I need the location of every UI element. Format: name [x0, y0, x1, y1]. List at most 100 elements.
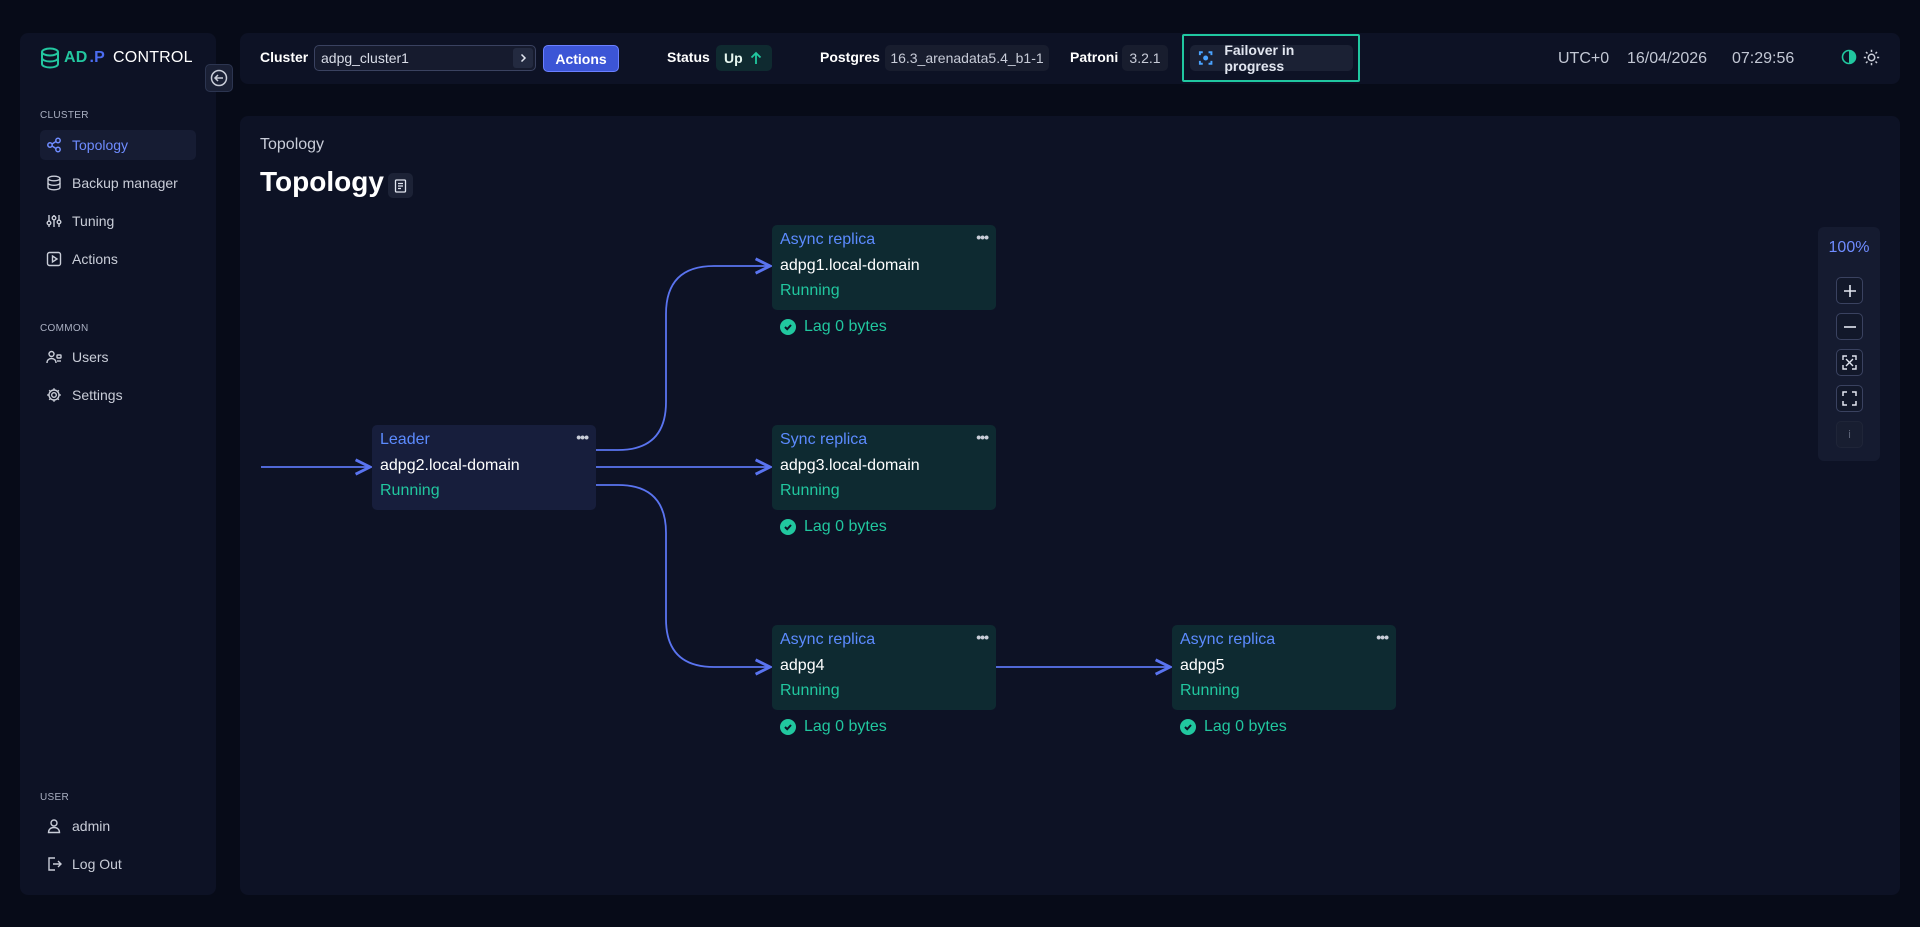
fit-view-button[interactable]: [1836, 349, 1863, 376]
arrow-up-icon: [750, 51, 761, 64]
collapse-sidebar-button[interactable]: [205, 64, 233, 92]
node-state: Running: [780, 682, 840, 699]
sidebar-item-logout[interactable]: Log Out: [40, 849, 196, 879]
sidebar-item-admin[interactable]: admin: [40, 811, 196, 841]
lag-status-adpg4: Lag 0 bytes: [780, 718, 887, 736]
sidebar-item-users[interactable]: Users: [40, 342, 196, 372]
sidebar-item-settings[interactable]: Settings: [40, 380, 196, 410]
sidebar-item-label: Users: [72, 349, 109, 365]
zoom-level: 100%: [1828, 239, 1870, 256]
sidebar-item-topology[interactable]: Topology: [40, 130, 196, 160]
plus-icon: [1843, 284, 1856, 297]
logo-database-icon: [41, 47, 59, 69]
more-options-icon[interactable]: •••: [576, 430, 589, 444]
edge-leader-to-adpg1: [596, 266, 770, 451]
edge-leader-to-adpg4: [596, 484, 770, 667]
sidebar-item-label: Topology: [72, 137, 129, 153]
section-title-common: COMMON: [40, 323, 89, 334]
failover-spinner-icon: [1198, 51, 1213, 65]
more-options-icon[interactable]: •••: [976, 430, 989, 444]
play-square-icon: [46, 251, 62, 267]
node-role: Leader: [380, 431, 430, 448]
minus-icon: [1843, 325, 1856, 328]
contrast-icon[interactable]: [1841, 49, 1857, 65]
patroni-label: Patroni: [1070, 49, 1119, 65]
logout-icon: [48, 857, 62, 871]
fit-view-icon: [1842, 355, 1857, 370]
node-role: Async replica: [1180, 631, 1276, 648]
main-panel: Topology Topology Leader adpg2.local-dom…: [240, 116, 1900, 895]
sliders-icon: [46, 215, 62, 227]
info-icon: i: [1847, 428, 1852, 441]
info-button[interactable]: i: [1836, 421, 1863, 448]
fullscreen-icon: [1842, 391, 1857, 406]
check-circle-icon: [1180, 719, 1196, 735]
zoom-controls: 100% i: [1818, 227, 1880, 461]
arrow-left-icon: [210, 69, 228, 87]
node-state: Running: [380, 482, 440, 499]
actions-button[interactable]: Actions: [543, 45, 619, 72]
lag-text: Lag 0 bytes: [1204, 718, 1287, 735]
section-title-cluster: CLUSTER: [40, 110, 89, 121]
more-options-icon[interactable]: •••: [1376, 630, 1389, 644]
failover-text: Failover in progress: [1224, 42, 1295, 74]
sidebar-item-label: Backup manager: [72, 175, 178, 191]
cluster-label: Cluster: [260, 49, 309, 65]
check-circle-icon: [780, 319, 796, 335]
cluster-select[interactable]: adpg_cluster1: [314, 45, 536, 71]
more-options-icon[interactable]: •••: [976, 230, 989, 244]
logo-text-p: .P: [89, 49, 106, 66]
gear-icon: [47, 388, 61, 402]
sidebar-item-actions[interactable]: Actions: [40, 244, 196, 274]
lag-status-adpg5: Lag 0 bytes: [1180, 718, 1287, 736]
check-circle-icon: [780, 719, 796, 735]
status-label: Status: [667, 49, 710, 65]
lag-status-adpg3: Lag 0 bytes: [780, 518, 887, 536]
logo-text-ad: AD: [64, 49, 88, 66]
users-icon: [46, 350, 62, 364]
sun-icon[interactable]: [1863, 49, 1880, 66]
postgres-label: Postgres: [820, 49, 880, 65]
node-adpg4[interactable]: Async replica adpg4 Running •••: [772, 625, 996, 710]
topology-icon: [47, 137, 61, 153]
node-host: adpg3.local-domain: [780, 457, 920, 474]
more-options-icon[interactable]: •••: [976, 630, 989, 644]
patroni-version-badge: 3.2.1: [1122, 45, 1168, 71]
node-host: adpg1.local-domain: [780, 257, 920, 274]
node-adpg1[interactable]: Async replica adpg1.local-domain Running…: [772, 225, 996, 310]
fullscreen-button[interactable]: [1836, 385, 1863, 412]
sidebar-item-label: admin: [72, 818, 111, 834]
node-leader[interactable]: Leader adpg2.local-domain Running •••: [372, 425, 596, 510]
node-host: adpg5: [1180, 657, 1225, 674]
lag-text: Lag 0 bytes: [804, 718, 887, 735]
sidebar-item-label: Tuning: [72, 213, 115, 229]
sidebar-item-tuning[interactable]: Tuning: [40, 206, 196, 236]
status-value: Up: [724, 50, 743, 66]
postgres-version-badge: 16.3_arenadata5.4_b1-1: [885, 45, 1049, 71]
lag-text: Lag 0 bytes: [804, 518, 887, 535]
chevron-right-icon: [513, 48, 533, 68]
top-header: Cluster adpg_cluster1 Actions Status Up …: [240, 33, 1900, 84]
status-badge: Up: [716, 45, 772, 71]
database-icon: [47, 175, 61, 191]
date-text: 16/04/2026: [1627, 50, 1708, 67]
zoom-out-button[interactable]: [1836, 313, 1863, 340]
zoom-in-button[interactable]: [1836, 277, 1863, 304]
node-role: Sync replica: [780, 431, 868, 448]
failover-status-badge[interactable]: Failover in progress: [1190, 42, 1353, 74]
node-role: Async replica: [780, 631, 876, 648]
check-circle-icon: [780, 519, 796, 535]
section-title-user: USER: [40, 792, 69, 803]
time-text: 07:29:56: [1732, 50, 1795, 67]
lag-status-adpg1: Lag 0 bytes: [780, 318, 887, 336]
node-adpg5[interactable]: Async replica adpg5 Running •••: [1172, 625, 1396, 710]
sidebar-item-backup-manager[interactable]: Backup manager: [40, 168, 196, 198]
app-logo[interactable]: AD .P CONTROL: [40, 45, 193, 71]
node-state: Running: [780, 282, 840, 299]
node-adpg3[interactable]: Sync replica adpg3.local-domain Running …: [772, 425, 996, 510]
sidebar-item-label: Actions: [72, 251, 118, 267]
sidebar: AD .P CONTROL CLUSTER Topology Backup mana…: [20, 33, 216, 895]
user-icon: [47, 819, 61, 834]
sidebar-item-label: Log Out: [72, 856, 122, 872]
logo-text-control: CONTROL: [113, 49, 193, 66]
